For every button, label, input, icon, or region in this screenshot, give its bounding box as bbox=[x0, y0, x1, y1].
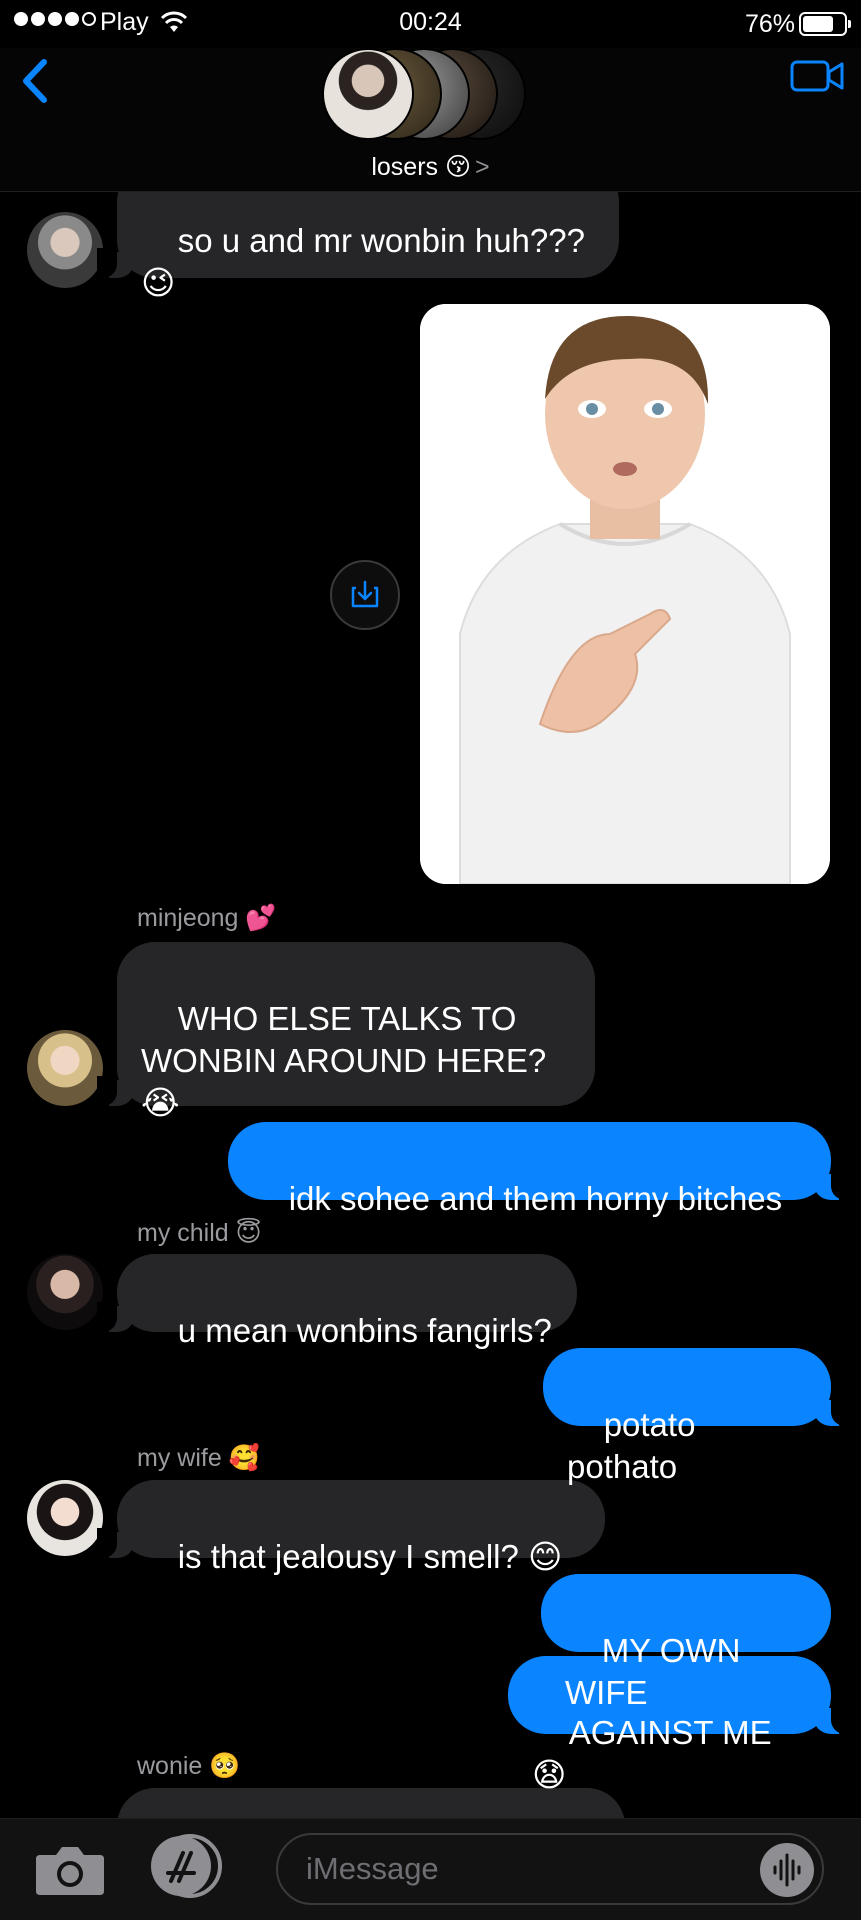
group-name[interactable]: losers 😚 > bbox=[0, 152, 861, 182]
battery-percentage: 76% bbox=[744, 10, 795, 38]
conversation-header: losers 😚 > bbox=[0, 48, 861, 192]
avatar bbox=[322, 48, 414, 140]
imessage-field[interactable] bbox=[276, 1833, 824, 1905]
audio-record-button[interactable] bbox=[760, 1843, 814, 1897]
app-store-icon[interactable] bbox=[148, 1833, 230, 1899]
message-input-bar bbox=[0, 1818, 861, 1920]
audio-waveform-icon bbox=[773, 1853, 801, 1887]
message-bubble[interactable]: MY OWN WIFE bbox=[541, 1574, 831, 1711]
save-image-button[interactable] bbox=[330, 560, 400, 630]
sender-name: wonie 🥺 bbox=[137, 1752, 241, 1780]
sender-name: my child 😇 bbox=[137, 1219, 262, 1247]
group-emoji: 😚 bbox=[444, 153, 472, 181]
chevron-left-icon[interactable] bbox=[16, 56, 52, 106]
camera-icon[interactable] bbox=[34, 1841, 106, 1897]
avatar[interactable] bbox=[27, 212, 103, 288]
group-avatar-stack[interactable] bbox=[322, 48, 542, 142]
avatar[interactable] bbox=[27, 1480, 103, 1556]
message-bubble[interactable]: u mean wonbins fangirls? bbox=[97, 1254, 577, 1349]
sender-name: my wife 🥰 bbox=[137, 1444, 260, 1472]
avatar[interactable] bbox=[27, 1254, 103, 1330]
shared-photo[interactable] bbox=[420, 304, 830, 884]
message-bubble[interactable]: idk sohee and them horny bitches bbox=[228, 1122, 851, 1217]
chevron-right-icon: > bbox=[475, 153, 490, 181]
sender-name: minjeong 💕 bbox=[137, 904, 277, 932]
message-bubble[interactable]: potato pothato bbox=[543, 1348, 851, 1485]
photo-image bbox=[420, 304, 830, 884]
message-thread[interactable]: so u and mr wonbin huh??? 😉 minjeong 💕 W… bbox=[0, 192, 861, 1818]
status-bar: Play 00:24 76% bbox=[0, 0, 861, 48]
message-bubble[interactable]: WHO ELSE TALKS TO WONBIN AROUND HERE? 😭 bbox=[97, 942, 595, 1121]
message-input[interactable] bbox=[306, 1849, 746, 1889]
message-bubble[interactable]: is that jealousy I smell? 😊 bbox=[97, 1480, 605, 1575]
message-bubble[interactable]: so u and mr wonbin huh??? 😉 bbox=[97, 192, 619, 301]
save-image-icon bbox=[351, 580, 379, 608]
avatar[interactable] bbox=[27, 1030, 103, 1106]
battery-icon bbox=[799, 12, 851, 36]
clock: 00:24 bbox=[399, 8, 462, 36]
video-camera-icon[interactable] bbox=[789, 56, 845, 96]
